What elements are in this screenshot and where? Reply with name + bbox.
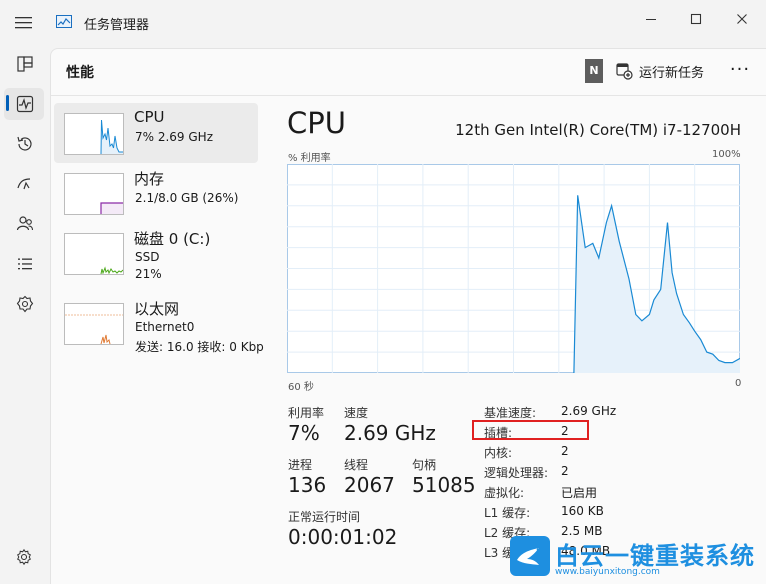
services-icon[interactable] (15, 294, 35, 314)
graph-y-max: 100% (712, 149, 741, 160)
device-name-disk: 磁盘 0 (C:) (134, 230, 211, 248)
settings-icon[interactable] (15, 548, 33, 566)
threads-label: 线程 (344, 458, 369, 472)
device-sub-ethernet-throughput: 发送: 16.0 接收: 0 Kbp (135, 340, 264, 354)
users-icon[interactable] (15, 214, 35, 234)
utilization-value: 7% (288, 421, 320, 445)
device-sub-disk-type: SSD (135, 250, 160, 264)
spec-label-base-speed: 基准速度: (484, 406, 537, 420)
run-new-task-icon (616, 63, 633, 80)
detail-title: CPU (287, 106, 346, 140)
n-badge: N (585, 59, 603, 83)
task-manager-app-icon (56, 15, 72, 28)
run-new-task-label: 运行新任务 (639, 65, 705, 81)
watermark-url: www.baiyunxitong.com (555, 567, 660, 577)
processes-value: 136 (288, 473, 327, 497)
app-history-icon[interactable] (15, 134, 35, 154)
device-name-ethernet: 以太网 (134, 300, 180, 318)
ethernet-thumbnail-graph (65, 314, 123, 344)
device-item-cpu[interactable]: CPU 7% 2.69 GHz (54, 103, 258, 163)
spec-value-virtualization: 已启用 (561, 486, 598, 500)
disk-thumbnail (64, 233, 124, 275)
close-icon (737, 13, 747, 24)
device-sub-disk-usage: 21% (135, 267, 162, 281)
device-name-memory: 内存 (134, 170, 165, 188)
spec-value-cores: 2 (561, 444, 569, 458)
cpu-thumbnail (64, 113, 124, 155)
watermark: 白云一键重装系统 www.baiyunxitong.com (508, 534, 764, 580)
title-bar: 任务管理器 (0, 0, 766, 40)
maximize-icon (690, 13, 702, 24)
spec-label-l1-cache: L1 缓存: (484, 506, 531, 520)
spec-value-base-speed: 2.69 GHz (561, 404, 617, 418)
spec-value-l1-cache: 160 KB (561, 504, 604, 518)
speed-label: 速度 (344, 406, 369, 420)
ethernet-thumbnail (64, 303, 124, 345)
handles-label: 句柄 (412, 458, 437, 472)
device-item-memory[interactable]: 内存 2.1/8.0 GB (26%) (54, 163, 258, 223)
cpu-model: 12th Gen Intel(R) Core(TM) i7-12700H (455, 121, 741, 139)
spec-value-logical-processors: 2 (561, 464, 569, 478)
threads-value: 2067 (344, 473, 395, 497)
uptime-label: 正常运行时间 (288, 510, 361, 524)
cpu-utilization-graph (287, 164, 740, 373)
run-new-task-button[interactable]: 运行新任务 (615, 60, 704, 82)
header-divider (51, 95, 766, 96)
close-button[interactable] (722, 6, 762, 32)
device-item-ethernet[interactable]: 以太网 Ethernet0 发送: 16.0 接收: 0 Kbp (54, 293, 264, 354)
device-item-disk[interactable]: 磁盘 0 (C:) SSD 21% (54, 223, 258, 283)
processes-label: 进程 (288, 458, 313, 472)
minimize-icon (646, 18, 656, 20)
memory-thumbnail (64, 173, 124, 215)
spec-label-logical-processors: 逻辑处理器: (484, 466, 549, 480)
device-sub-ethernet-adapter: Ethernet0 (135, 320, 195, 334)
startup-icon[interactable] (15, 174, 35, 194)
spec-label-cores: 内核: (484, 446, 513, 460)
disk-thumbnail-graph (100, 266, 123, 274)
window-title: 任务管理器 (84, 18, 150, 33)
performance-icon[interactable] (15, 94, 35, 114)
graph-x-left: 60 秒 (288, 382, 314, 393)
sockets-highlight-box (472, 420, 589, 440)
page-title: 性能 (66, 65, 94, 81)
memory-thumbnail-graph (100, 202, 123, 214)
watermark-brand-text: 白云一键重装系统 (555, 542, 755, 570)
graph-y-label: % 利用率 (288, 153, 331, 164)
device-sub-memory: 2.1/8.0 GB (26%) (135, 191, 239, 205)
device-name-cpu: CPU (134, 108, 165, 126)
cpu-thumbnail-graph (65, 119, 123, 154)
spec-label-virtualization: 虚拟化: (484, 486, 525, 500)
hamburger-icon[interactable] (14, 16, 34, 30)
handles-value: 51085 (412, 473, 476, 497)
graph-x-right: 0 (735, 378, 742, 389)
speed-value: 2.69 GHz (344, 421, 436, 445)
watermark-bird-logo (510, 536, 550, 576)
maximize-button[interactable] (676, 6, 716, 32)
uptime-value: 0:00:01:02 (288, 525, 398, 549)
utilization-label: 利用率 (288, 406, 325, 420)
minimize-button[interactable] (631, 6, 671, 32)
processes-icon[interactable] (15, 54, 35, 74)
details-icon[interactable] (15, 254, 35, 274)
more-options-button[interactable]: ··· (726, 58, 754, 84)
device-sub-cpu: 7% 2.69 GHz (135, 130, 214, 144)
performance-tab-indicator (6, 95, 9, 111)
